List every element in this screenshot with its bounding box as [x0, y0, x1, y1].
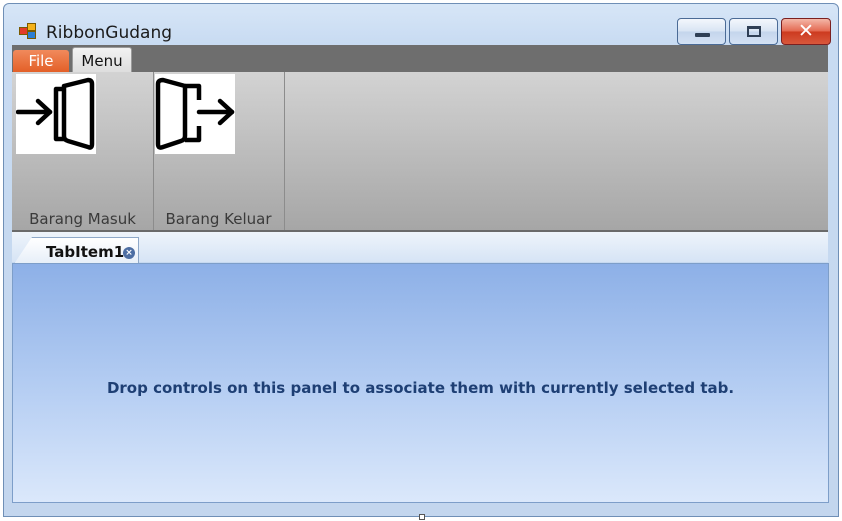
minimize-button[interactable] [677, 18, 726, 45]
file-tab[interactable]: File [13, 50, 69, 73]
menu-tab[interactable]: Menu [72, 47, 132, 74]
tab-close-icon[interactable]: × [123, 247, 135, 259]
close-button[interactable]: ✕ [781, 18, 831, 45]
title-bar[interactable]: RibbonGudang ✕ [4, 4, 838, 48]
window-title: RibbonGudang [46, 23, 173, 43]
maximize-button[interactable] [729, 18, 778, 45]
door-enter-icon [15, 74, 96, 154]
resize-handle[interactable] [419, 514, 425, 520]
tab-content-panel[interactable]: Drop controls on this panel to associate… [12, 263, 829, 503]
close-icon: ✕ [798, 20, 814, 42]
barang-keluar-label: Barang Keluar [165, 210, 272, 228]
tab-tabitem1-label: TabItem1 [46, 243, 125, 261]
door-exit-icon [155, 74, 235, 154]
minimize-icon [695, 33, 710, 37]
barang-masuk-button[interactable]: Barang Masuk [12, 72, 154, 230]
barang-masuk-label: Barang Masuk [29, 210, 136, 228]
ribbon-tab-strip [12, 45, 828, 72]
app-icon [19, 23, 39, 41]
barang-keluar-button[interactable]: Barang Keluar [153, 72, 285, 230]
maximize-icon [747, 26, 761, 37]
ribbon-panel: Barang Masuk Barang Keluar [12, 72, 828, 232]
panel-hint-text: Drop controls on this panel to associate… [106, 379, 735, 397]
